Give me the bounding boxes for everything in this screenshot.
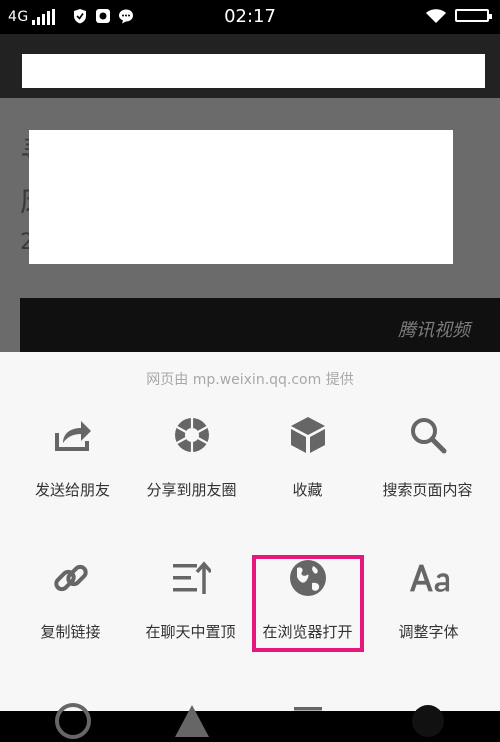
share-arrow-icon bbox=[52, 414, 94, 456]
highlight-box bbox=[252, 555, 364, 652]
more-icon bbox=[407, 700, 449, 742]
wifi-icon bbox=[426, 9, 446, 23]
menu-label: 发送给朋友 bbox=[34, 481, 110, 499]
share-action-sheet: 网页由 mp.weixin.qq.com 提供 发送给朋友 分享到朋友圈 收藏 … bbox=[0, 352, 500, 739]
redacted-article-text bbox=[29, 130, 453, 264]
menu-label: 分享到朋友圈 bbox=[146, 481, 237, 499]
list-icon bbox=[287, 700, 329, 742]
battery-icon bbox=[455, 9, 492, 22]
link-icon bbox=[50, 557, 92, 599]
warning-icon bbox=[171, 700, 213, 742]
menu-label: 调整字体 bbox=[398, 623, 459, 641]
clock-icon bbox=[52, 700, 94, 742]
font-size-icon bbox=[408, 557, 450, 599]
status-bar: 4G 02:17 bbox=[0, 0, 500, 34]
redacted-title bbox=[22, 54, 485, 88]
menu-label: 复制链接 bbox=[40, 623, 101, 641]
video-watermark: 腾讯视频 bbox=[398, 320, 470, 341]
provider-text: 网页由 mp.weixin.qq.com 提供 bbox=[146, 372, 354, 388]
menu-label: 收藏 bbox=[292, 481, 323, 499]
article-background: 寻 床 2 腾讯视频 bbox=[0, 98, 500, 352]
search-icon bbox=[407, 414, 449, 456]
menu-label: 在聊天中置顶 bbox=[145, 623, 236, 641]
pin-to-top-icon bbox=[170, 557, 212, 599]
menu-label: 搜索页面内容 bbox=[382, 481, 473, 499]
moments-shutter-icon bbox=[171, 414, 213, 456]
top-bar bbox=[0, 34, 500, 98]
favorite-cube-icon bbox=[287, 414, 329, 456]
